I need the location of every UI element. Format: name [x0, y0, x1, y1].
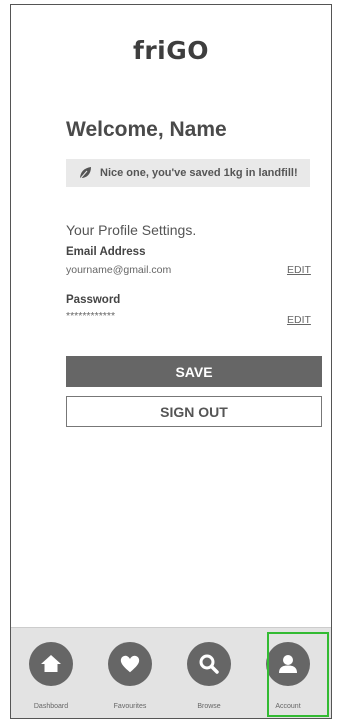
- tab-label-dashboard: Dashboard: [33, 703, 69, 710]
- banner-text: Nice one, you've saved 1kg in landfill!: [100, 167, 298, 179]
- sign-out-button[interactable]: SIGN OUT: [66, 396, 322, 427]
- tab-favourites[interactable]: Favourites: [100, 628, 160, 718]
- dashboard-button[interactable]: [29, 642, 73, 686]
- tab-label-favourites: Favourites: [113, 703, 147, 710]
- bottom-tab-bar: Dashboard Favourites Browse Account: [11, 627, 331, 718]
- welcome-heading: Welcome, Name: [66, 118, 227, 141]
- search-icon: [199, 654, 219, 674]
- heart-icon: [120, 655, 140, 673]
- home-icon: [41, 655, 61, 672]
- browse-button[interactable]: [187, 642, 231, 686]
- password-label: Password: [66, 294, 121, 306]
- profile-settings-heading: Your Profile Settings.: [66, 222, 197, 238]
- save-button[interactable]: SAVE: [66, 356, 322, 387]
- edit-email-link[interactable]: EDIT: [287, 264, 311, 276]
- tab-browse[interactable]: Browse: [179, 628, 239, 718]
- active-tab-indicator: [267, 632, 329, 717]
- tab-dashboard[interactable]: Dashboard: [21, 628, 81, 718]
- password-value: ************: [66, 310, 116, 322]
- email-label: Email Address: [66, 246, 146, 258]
- email-value: yourname@gmail.com: [66, 264, 172, 276]
- phone-frame: friGO Welcome, Name Nice one, you've sav…: [10, 4, 332, 719]
- favourites-button[interactable]: [108, 642, 152, 686]
- edit-password-link[interactable]: EDIT: [287, 314, 311, 326]
- app-logo: friGO: [132, 36, 210, 65]
- savings-banner: Nice one, you've saved 1kg in landfill!: [66, 159, 310, 187]
- tab-label-browse: Browse: [197, 703, 221, 710]
- leaf-icon: [78, 166, 92, 180]
